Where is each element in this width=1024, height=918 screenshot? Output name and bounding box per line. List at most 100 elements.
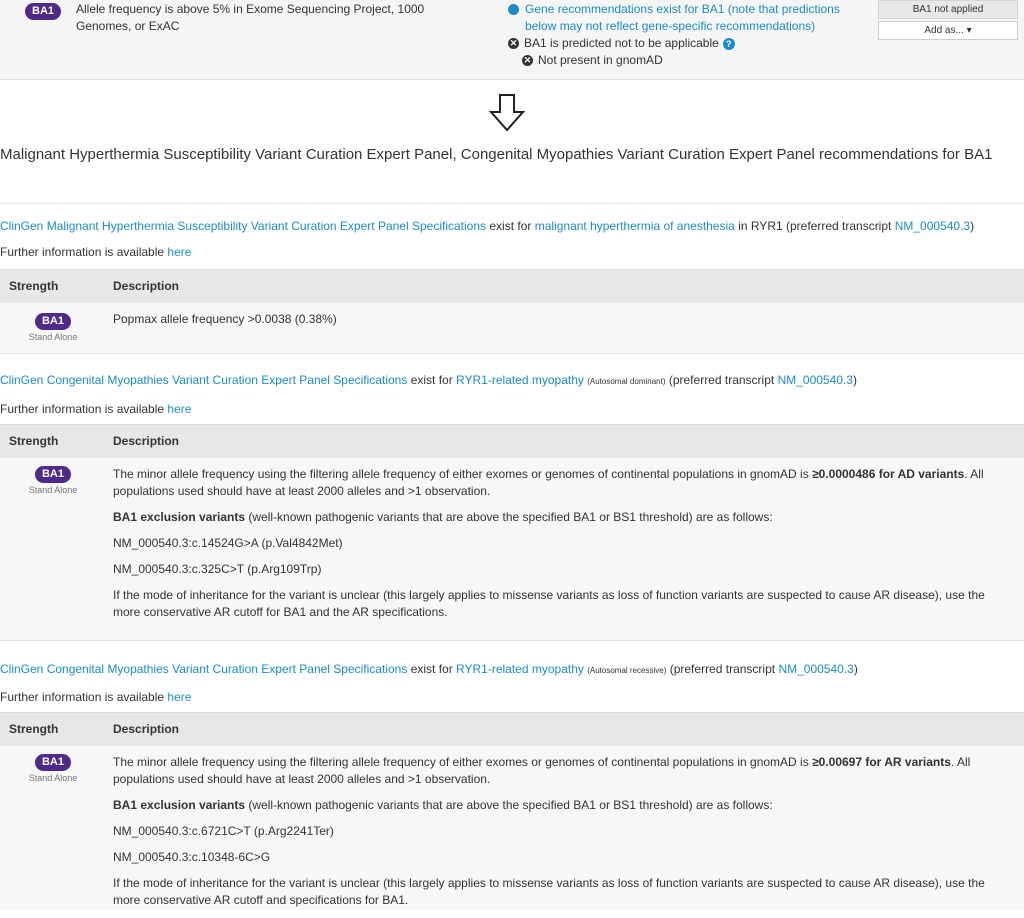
- table-header: Strength Description: [0, 424, 1024, 459]
- help-icon[interactable]: ?: [722, 38, 735, 50]
- panel-spec-link[interactable]: ClinGen Congenital Myopathies Variant Cu…: [0, 662, 407, 676]
- strength-cell: BA1 Stand Alone: [24, 754, 82, 783]
- criterion-row: BA1 Allele frequency is above 5% in Exom…: [0, 0, 1024, 80]
- exclusion-paragraph: BA1 exclusion variants (well-known patho…: [113, 797, 1003, 814]
- strength-cell: BA1 Stand Alone: [24, 466, 82, 495]
- table-row: BA1 Stand Alone Popmax allele frequency …: [0, 303, 1024, 353]
- spec-block-1: ClinGen Malignant Hyperthermia Susceptib…: [0, 218, 1024, 260]
- frequency-text: The minor allele frequency using the fil…: [113, 755, 813, 769]
- inheritance-text: (Autosomal recessive): [587, 666, 667, 675]
- description-header: Description: [113, 279, 180, 293]
- further-info-link[interactable]: here: [167, 402, 191, 416]
- further-info-link[interactable]: here: [167, 245, 191, 259]
- close-paren: ): [970, 219, 975, 233]
- x-circle-icon: ✕: [508, 38, 519, 49]
- exclusion-heading: BA1 exclusion variants: [113, 510, 246, 524]
- panel-recommendations-title: Malignant Hyperthermia Susceptibility Va…: [0, 146, 993, 163]
- frequency-threshold: ≥0.00697 for AR variants: [812, 755, 951, 769]
- further-info: Further information is available here: [0, 244, 1024, 260]
- criterion-actions: BA1 not applied Add as... ▾: [878, 0, 1018, 40]
- spec-heading: ClinGen Congenital Myopathies Variant Cu…: [0, 661, 1024, 679]
- description-cell: Popmax allele frequency >0.0038 (0.38%): [113, 311, 1003, 328]
- inheritance-note: If the mode of inheritance for the varia…: [113, 588, 985, 619]
- description-cell: The minor allele frequency using the fil…: [113, 754, 1003, 918]
- not-present-text: Not present in gnomAD: [538, 53, 663, 67]
- frequency-threshold: ≥0.0000486 for AD variants: [812, 467, 965, 481]
- further-info: Further information is available here: [0, 401, 1024, 417]
- table-row: BA1 Stand Alone The minor allele frequen…: [0, 458, 1024, 640]
- further-info-link[interactable]: here: [167, 690, 191, 704]
- not-present-line: ✕ Not present in gnomAD: [508, 52, 868, 69]
- add-as-dropdown[interactable]: Add as... ▾: [878, 21, 1018, 40]
- not-applicable-text: BA1 is predicted not to be applicable: [524, 36, 719, 50]
- transcript-link[interactable]: NM_000540.3: [778, 373, 853, 387]
- not-applicable-line: ✕ BA1 is predicted not to be applicable …: [508, 35, 868, 52]
- frequency-paragraph: The minor allele frequency using the fil…: [113, 754, 1003, 788]
- spec-block-3: ClinGen Congenital Myopathies Variant Cu…: [0, 661, 1024, 705]
- further-info: Further information is available here: [0, 689, 1024, 705]
- criterion-code-badge: BA1: [25, 3, 62, 20]
- gene-text: (preferred transcript: [669, 662, 776, 676]
- strength-badge: BA1: [34, 313, 71, 330]
- close-paren: ): [853, 662, 858, 676]
- divider: [0, 203, 1024, 204]
- further-info-text: Further information is available: [0, 690, 165, 704]
- gene-text: (preferred transcript: [668, 373, 775, 387]
- exclusion-heading: BA1 exclusion variants: [113, 798, 246, 812]
- gene-recommendation-link[interactable]: Gene recommendations exist for BA1 (note…: [525, 1, 868, 35]
- x-circle-icon: ✕: [522, 55, 533, 66]
- condition-link[interactable]: RYR1-related myopathy: [456, 662, 584, 676]
- table-row: BA1 Stand Alone The minor allele frequen…: [0, 746, 1024, 910]
- spec-heading: ClinGen Congenital Myopathies Variant Cu…: [0, 372, 1024, 390]
- table-header: Strength Description: [0, 269, 1024, 304]
- condition-link[interactable]: RYR1-related myopathy: [456, 373, 584, 387]
- strength-badge: BA1: [34, 754, 71, 771]
- strength-label: Stand Alone: [28, 485, 78, 495]
- criterion-description: Allele frequency is above 5% in Exome Se…: [76, 2, 425, 33]
- panel-spec-link[interactable]: ClinGen Malignant Hyperthermia Susceptib…: [0, 219, 486, 233]
- exist-for-text: exist for: [489, 219, 532, 233]
- exclusion-text: (well-known pathogenic variants that are…: [245, 798, 773, 812]
- frequency-paragraph: The minor allele frequency using the fil…: [113, 466, 1003, 500]
- exclusion-variant: NM_000540.3:c.6721C>T (p.Arg2241Ter): [113, 824, 334, 838]
- divider: [0, 353, 1024, 354]
- exclusion-paragraph: BA1 exclusion variants (well-known patho…: [113, 509, 1003, 526]
- criterion-status-button[interactable]: BA1 not applied: [878, 0, 1018, 19]
- description-text: Popmax allele frequency >0.0038 (0.38%): [113, 312, 337, 326]
- spec-block-2: ClinGen Congenital Myopathies Variant Cu…: [0, 372, 1024, 417]
- exclusion-text: (well-known pathogenic variants that are…: [245, 510, 773, 524]
- criterion-status: Gene recommendations exist for BA1 (note…: [508, 1, 868, 69]
- description-header: Description: [113, 434, 180, 448]
- strength-header: Strength: [9, 722, 59, 736]
- table-header: Strength Description: [0, 712, 1024, 747]
- strength-label: Stand Alone: [28, 332, 78, 342]
- exist-for-text: exist for: [410, 662, 453, 676]
- spec-heading: ClinGen Malignant Hyperthermia Susceptib…: [0, 218, 1024, 234]
- transcript-link[interactable]: NM_000540.3: [778, 662, 853, 676]
- condition-link[interactable]: malignant hyperthermia of anesthesia: [535, 219, 735, 233]
- panel-spec-link[interactable]: ClinGen Congenital Myopathies Variant Cu…: [0, 373, 407, 387]
- info-dot-icon: [508, 4, 519, 15]
- description-cell: The minor allele frequency using the fil…: [113, 466, 1003, 630]
- strength-cell: BA1 Stand Alone: [24, 313, 82, 342]
- strength-header: Strength: [9, 434, 59, 448]
- divider: [0, 640, 1024, 641]
- inheritance-text: (Autosomal dominant): [587, 377, 666, 386]
- exclusion-variant: NM_000540.3:c.10348-6C>G: [113, 850, 271, 864]
- strength-badge: BA1: [34, 466, 71, 483]
- close-paren: ): [852, 373, 857, 387]
- inheritance-note: If the mode of inheritance for the varia…: [113, 876, 985, 907]
- gene-text: in RYR1 (preferred transcript: [738, 219, 892, 233]
- further-info-text: Further information is available: [0, 402, 165, 416]
- exclusion-variant: NM_000540.3:c.14524G>A (p.Val4842Met): [113, 536, 343, 550]
- strength-label: Stand Alone: [28, 773, 78, 783]
- further-info-text: Further information is available: [0, 245, 165, 259]
- gene-recommendation-line[interactable]: Gene recommendations exist for BA1 (note…: [508, 1, 868, 35]
- exclusion-variant: NM_000540.3:c.325C>T (p.Arg109Trp): [113, 562, 322, 576]
- exist-for-text: exist for: [410, 373, 453, 387]
- description-header: Description: [113, 722, 180, 736]
- frequency-text: The minor allele frequency using the fil…: [113, 467, 813, 481]
- strength-header: Strength: [9, 279, 59, 293]
- transcript-link[interactable]: NM_000540.3: [895, 219, 970, 233]
- down-arrow-icon: [488, 94, 526, 132]
